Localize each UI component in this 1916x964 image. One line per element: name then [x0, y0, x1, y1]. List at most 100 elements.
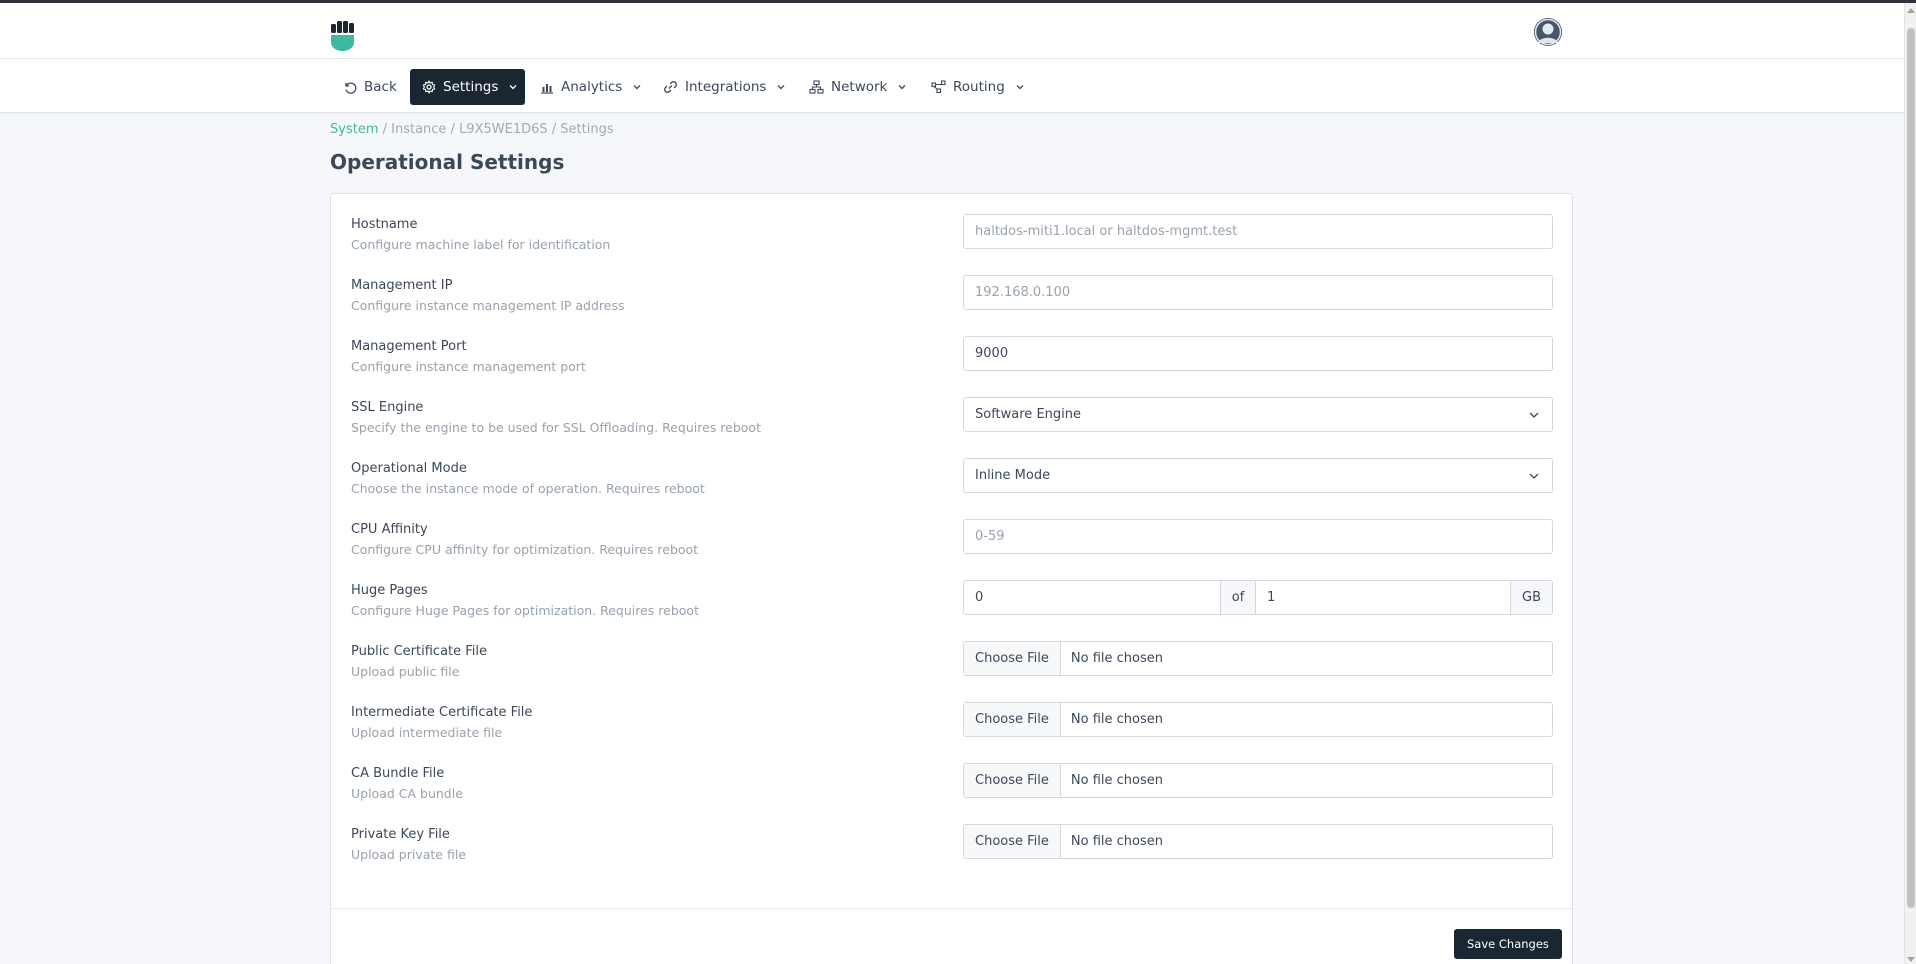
public-cert-label: Public Certificate File: [351, 644, 488, 659]
settings-label: Settings: [443, 79, 499, 95]
top-header: [0, 3, 1904, 59]
op-mode-label: Operational Mode: [351, 461, 467, 476]
nav-analytics[interactable]: Analytics: [528, 69, 654, 105]
intermediate-cert-row: Intermediate Certificate File Upload int…: [351, 702, 1553, 752]
network-icon: [809, 80, 824, 94]
ca-bundle-desc: Upload CA bundle: [351, 786, 463, 801]
mgmt-port-desc: Configure instance management port: [351, 359, 586, 374]
nav-settings[interactable]: Settings: [410, 69, 525, 105]
cpu-affinity-placeholder: 0-59: [975, 529, 1005, 544]
private-key-row: Private Key File Upload private file Cho…: [351, 824, 1553, 874]
hostname-placeholder: haltdos-miti1.local or haltdos-mgmt.test: [975, 224, 1238, 239]
analytics-label: Analytics: [561, 79, 623, 95]
private-key-file-input[interactable]: Choose File No file chosen: [963, 824, 1553, 859]
ca-bundle-label: CA Bundle File: [351, 766, 445, 781]
file-status: No file chosen: [1070, 651, 1163, 666]
hostname-row: Hostname Configure machine label for ide…: [351, 214, 1553, 264]
nav-network[interactable]: Network: [797, 69, 919, 105]
ssl-engine-desc: Specify the engine to be used for SSL Of…: [351, 420, 761, 435]
breadcrumb-system-link[interactable]: System: [330, 122, 378, 137]
ssl-engine-label: SSL Engine: [351, 400, 424, 415]
mgmt-ip-input[interactable]: 192.168.0.100: [963, 275, 1553, 310]
page-title: Operational Settings: [330, 150, 565, 174]
cpu-affinity-row: CPU Affinity Configure CPU affinity for …: [351, 519, 1553, 569]
huge-pages-row: Huge Pages Configure Huge Pages for opti…: [351, 580, 1553, 630]
back-button[interactable]: Back: [331, 69, 409, 105]
huge-pages-input[interactable]: 0: [964, 581, 1220, 614]
cpu-affinity-desc: Configure CPU affinity for optimization.…: [351, 542, 699, 557]
choose-file-button[interactable]: Choose File: [964, 642, 1061, 675]
choose-file-button[interactable]: Choose File: [964, 703, 1061, 736]
public-cert-file-input[interactable]: Choose File No file chosen: [963, 641, 1553, 676]
chevron-down-icon: [1529, 412, 1539, 418]
cpu-affinity-input[interactable]: 0-59: [963, 519, 1553, 554]
ssl-engine-select[interactable]: Software Engine: [963, 397, 1553, 432]
choose-file-button[interactable]: Choose File: [964, 825, 1061, 858]
cpu-affinity-label: CPU Affinity: [351, 522, 428, 537]
routing-label: Routing: [953, 79, 1005, 95]
card-divider: [331, 908, 1572, 909]
mgmt-ip-label: Management IP: [351, 278, 453, 293]
link-icon: [664, 81, 677, 93]
save-changes-button[interactable]: Save Changes: [1454, 929, 1562, 959]
mgmt-port-label: Management Port: [351, 339, 467, 354]
huge-pages-of-label: of: [1220, 581, 1255, 614]
breadcrumb-path: / Instance / L9X5WE1D6S / Settings: [378, 122, 614, 137]
back-label: Back: [364, 79, 397, 95]
scroll-up-icon[interactable]: [1907, 7, 1915, 13]
intermediate-cert-file-input[interactable]: Choose File No file chosen: [963, 702, 1553, 737]
routing-icon: [931, 80, 946, 94]
undo-icon: [345, 82, 357, 94]
mgmt-port-value: 9000: [975, 346, 1009, 361]
scroll-down-icon[interactable]: [1907, 957, 1915, 963]
op-mode-value: Inline Mode: [975, 468, 1051, 483]
hostname-input[interactable]: haltdos-miti1.local or haltdos-mgmt.test: [963, 214, 1553, 249]
hostname-label: Hostname: [351, 217, 418, 232]
huge-pages-group: 0 of 1 GB: [963, 580, 1553, 615]
chevron-down-icon: [1529, 473, 1539, 479]
file-status: No file chosen: [1070, 712, 1163, 727]
huge-pages-label: Huge Pages: [351, 583, 428, 598]
page-scrollbar[interactable]: [1904, 3, 1916, 964]
breadcrumb: System / Instance / L9X5WE1D6S / Setting…: [330, 122, 614, 137]
user-avatar-icon[interactable]: [1534, 18, 1562, 46]
private-key-desc: Upload private file: [351, 847, 466, 862]
mgmt-port-row: Management Port Configure instance manag…: [351, 336, 1553, 386]
ssl-engine-row: SSL Engine Specify the engine to be used…: [351, 397, 1553, 447]
mgmt-ip-row: Management IP Configure instance managem…: [351, 275, 1553, 325]
ca-bundle-file-input[interactable]: Choose File No file chosen: [963, 763, 1553, 798]
huge-pages-of-text: of: [1231, 590, 1245, 605]
huge-pages-desc: Configure Huge Pages for optimization. R…: [351, 603, 699, 618]
huge-pages-value: 0: [975, 590, 984, 605]
scroll-thumb[interactable]: [1907, 28, 1915, 908]
mgmt-port-input[interactable]: 9000: [963, 336, 1553, 371]
file-status: No file chosen: [1070, 834, 1163, 849]
ssl-engine-value: Software Engine: [975, 407, 1081, 422]
private-key-label: Private Key File: [351, 827, 450, 842]
file-status: No file chosen: [1070, 773, 1163, 788]
hostname-desc: Configure machine label for identificati…: [351, 237, 611, 252]
chevron-down-icon: [898, 85, 906, 90]
choose-file-button[interactable]: Choose File: [964, 764, 1061, 797]
integrations-label: Integrations: [685, 79, 767, 95]
nav-routing[interactable]: Routing: [919, 69, 1037, 105]
op-mode-select[interactable]: Inline Mode: [963, 458, 1553, 493]
nav-integrations[interactable]: Integrations: [651, 69, 798, 105]
chevron-down-icon: [777, 85, 785, 90]
intermediate-cert-desc: Upload intermediate file: [351, 725, 503, 740]
op-mode-row: Operational Mode Choose the instance mod…: [351, 458, 1553, 508]
gear-icon: [422, 80, 436, 94]
huge-pages-unit: GB: [1510, 581, 1552, 614]
huge-pages-unit-text: GB: [1522, 590, 1541, 605]
network-label: Network: [831, 79, 888, 95]
intermediate-cert-label: Intermediate Certificate File: [351, 705, 533, 720]
huge-pages-total-input[interactable]: 1: [1255, 581, 1510, 614]
chevron-down-icon: [633, 85, 641, 90]
fist-logo-icon[interactable]: [330, 20, 356, 52]
chevron-down-icon: [1016, 85, 1024, 90]
main-navbar: Back Settings Analytics Integrations Net…: [0, 59, 1904, 113]
mgmt-ip-placeholder: 192.168.0.100: [975, 285, 1071, 300]
chevron-down-icon: [509, 85, 517, 90]
public-cert-row: Public Certificate File Upload public fi…: [351, 641, 1553, 691]
mgmt-ip-desc: Configure instance management IP address: [351, 298, 625, 313]
